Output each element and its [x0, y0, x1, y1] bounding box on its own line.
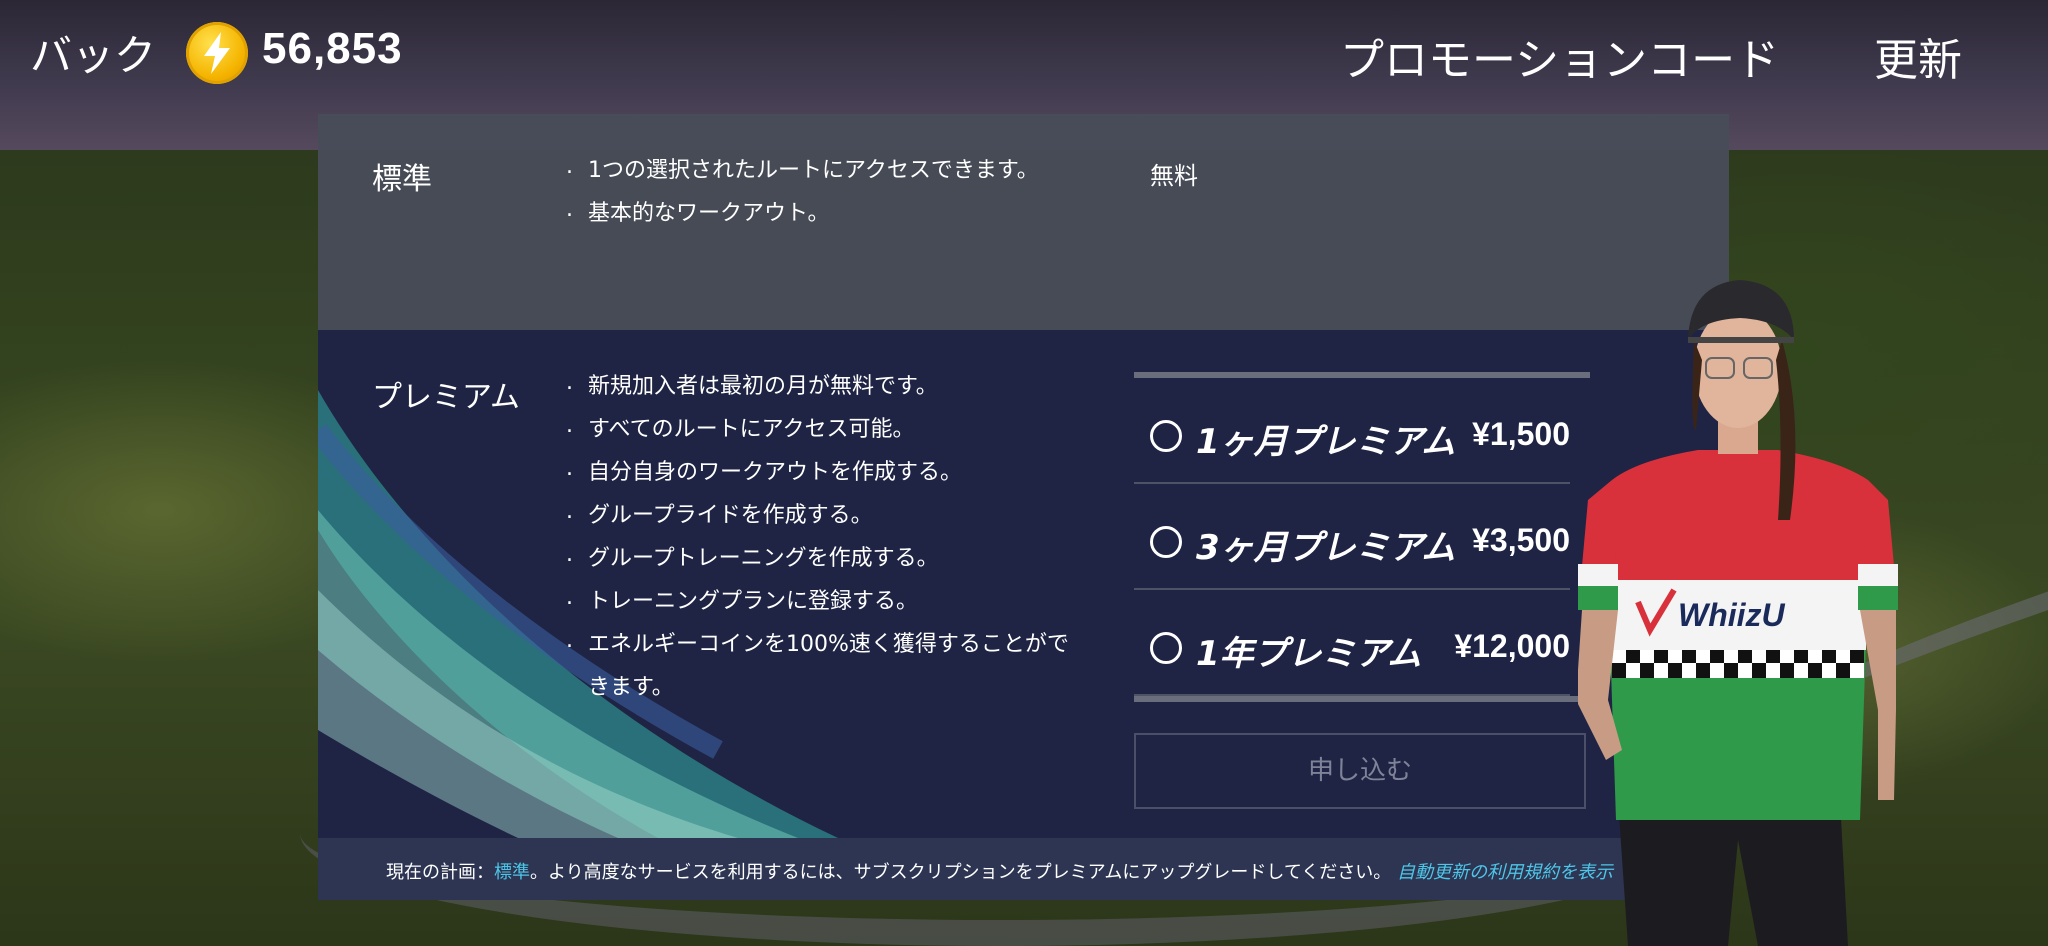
- radio-button[interactable]: [1150, 526, 1182, 558]
- standard-feature-list: 1つの選択されたルートにアクセスできます。 基本的なワークアウト。: [566, 145, 1086, 235]
- feature-item: 1つの選択されたルートにアクセスできます。: [566, 145, 1086, 192]
- current-plan-value: 標準: [494, 862, 530, 883]
- subscribe-button[interactable]: 申し込む: [1134, 733, 1586, 809]
- subscription-options: 1ヶ月プレミアム ¥1,500 3ヶ月プレミアム ¥3,500 1年プレミアム …: [1134, 372, 1590, 702]
- coin-balance: 56,853: [262, 24, 403, 73]
- feature-item: エネルギーコインを100%速く獲得することができます。: [566, 619, 1078, 709]
- feature-item: 自分自身のワークアウトを作成する。: [566, 447, 1078, 494]
- promo-code-button[interactable]: プロモーションコード: [1340, 24, 1779, 88]
- feature-item: すべてのルートにアクセス可能。: [566, 404, 1078, 451]
- option-price: ¥12,000: [1454, 628, 1570, 664]
- radio-button[interactable]: [1150, 632, 1182, 664]
- standard-price: 無料: [1150, 162, 1198, 190]
- premium-feature-list: 新規加入者は最初の月が無料です。 すべてのルートにアクセス可能。 自分自身のワー…: [566, 361, 1078, 709]
- option-label: 1ヶ月プレミアム: [1196, 422, 1456, 462]
- standard-plan-name: 標準: [372, 162, 432, 197]
- feature-item: 基本的なワークアウト。: [566, 188, 1086, 235]
- feature-item: グループトレーニングを作成する。: [566, 533, 1078, 580]
- premium-plan-name: プレミアム: [372, 380, 520, 415]
- cyclist-character: WhiizU: [1578, 280, 1898, 946]
- option-1-month[interactable]: 1ヶ月プレミアム ¥1,500: [1134, 378, 1570, 484]
- option-3-months[interactable]: 3ヶ月プレミアム ¥3,500: [1134, 484, 1570, 590]
- refresh-button[interactable]: 更新: [1874, 24, 1962, 88]
- feature-item: トレーニングプランに登録する。: [566, 576, 1078, 623]
- back-button[interactable]: バック: [30, 22, 156, 83]
- radio-button[interactable]: [1150, 420, 1182, 452]
- upgrade-message: 。より高度なサービスを利用するには、サブスクリプションをプレミアムにアップグレー…: [530, 862, 1392, 883]
- energy-coin-icon: [186, 22, 248, 84]
- option-1-year[interactable]: 1年プレミアム ¥12,000: [1134, 590, 1570, 696]
- feature-item: グループライドを作成する。: [566, 490, 1078, 537]
- top-bar: バック 56,853 プロモーションコード 更新: [0, 0, 2048, 100]
- option-price: ¥3,500: [1472, 522, 1570, 558]
- feature-item: 新規加入者は最初の月が無料です。: [566, 361, 1078, 408]
- option-label: 1年プレミアム: [1196, 634, 1422, 674]
- divider: [1134, 696, 1590, 702]
- option-label: 3ヶ月プレミアム: [1196, 528, 1456, 568]
- current-plan-prefix: 現在の計画：: [386, 862, 494, 883]
- jersey-brand: WhiizU: [1678, 597, 1786, 633]
- current-plan-notice: 現在の計画：標準。より高度なサービスを利用するには、サブスクリプションをプレミア…: [386, 858, 1613, 884]
- option-price: ¥1,500: [1472, 416, 1570, 452]
